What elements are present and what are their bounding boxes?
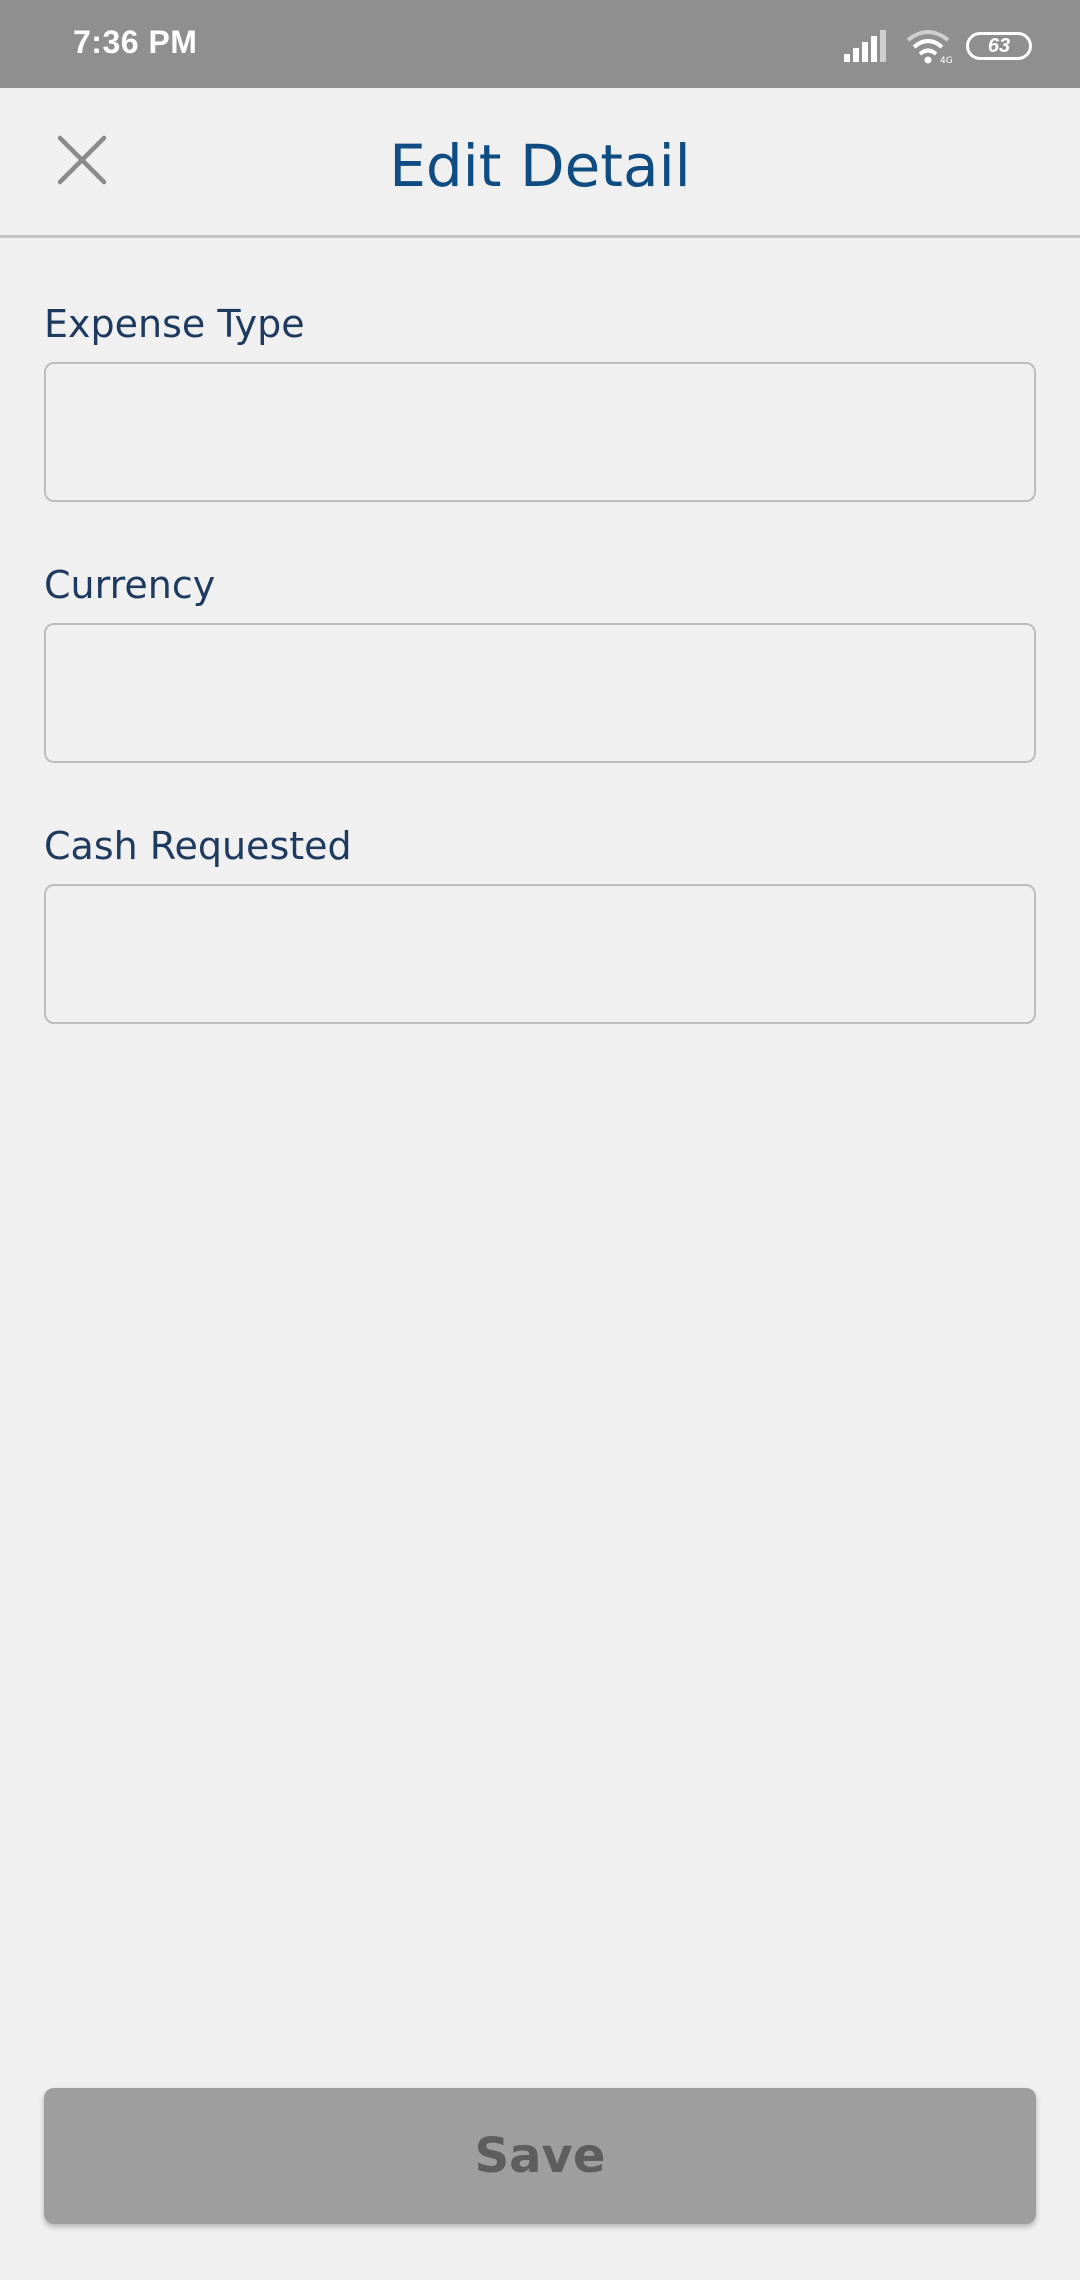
- cash-requested-label: Cash Requested: [44, 824, 352, 868]
- battery-level: 63: [987, 34, 1011, 57]
- svg-text:4G: 4G: [940, 56, 952, 64]
- signal-icon: [844, 30, 886, 62]
- save-button[interactable]: Save: [44, 2088, 1036, 2224]
- app-header: Edit Detail: [0, 88, 1080, 238]
- currency-label: Currency: [44, 563, 216, 607]
- status-time: 7:36 PM: [73, 24, 198, 60]
- expense-type-label: Expense Type: [44, 302, 305, 346]
- wifi-icon: 4G: [906, 30, 952, 64]
- battery-icon: 63: [966, 32, 1032, 60]
- status-icons: 4G 63: [844, 26, 1032, 66]
- page-title: Edit Detail: [389, 132, 691, 200]
- status-bar: 7:36 PM 4G 63: [0, 0, 1080, 88]
- expense-type-input[interactable]: [44, 362, 1036, 502]
- currency-input[interactable]: [44, 623, 1036, 763]
- cash-requested-input[interactable]: [44, 884, 1036, 1024]
